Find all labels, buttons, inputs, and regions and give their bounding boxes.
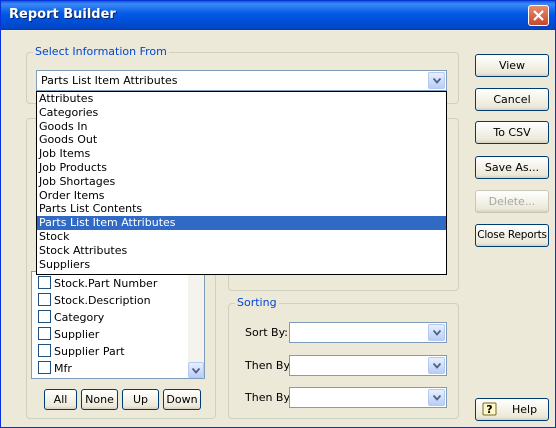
scroll-down-button[interactable] (188, 362, 204, 378)
list-item[interactable]: Stock.Description (38, 293, 151, 310)
up-button[interactable]: Up (122, 389, 159, 410)
help-button[interactable]: ? Help (475, 398, 549, 421)
dropdown-option-selected[interactable]: Parts List Item Attributes (37, 216, 446, 230)
list-item[interactable]: Stock.Part Number (38, 276, 157, 293)
field-list-scrollbar[interactable] (188, 272, 204, 378)
list-item[interactable]: Mfr (38, 361, 72, 378)
then-by-combo[interactable] (289, 355, 447, 376)
sort-by-dropdown-button[interactable] (428, 324, 445, 341)
sort-by-label: Sort By: (245, 326, 289, 339)
list-item[interactable]: Supplier (38, 327, 99, 344)
delete-button[interactable]: Delete... (475, 190, 549, 213)
close-icon (533, 10, 544, 21)
checkbox[interactable] (38, 344, 51, 357)
dropdown-option[interactable]: Job Items (37, 147, 446, 161)
view-button[interactable]: View (475, 54, 549, 77)
dropdown-option[interactable]: Stock (37, 230, 446, 244)
select-info-dropdown-button[interactable] (428, 72, 445, 89)
down-button[interactable]: Down (163, 389, 201, 410)
svg-text:?: ? (486, 403, 492, 416)
chevron-down-icon (433, 330, 441, 336)
dropdown-option[interactable]: Attributes (37, 92, 446, 106)
to-csv-button[interactable]: To CSV (475, 121, 549, 144)
then-by-2-dropdown-button[interactable] (428, 389, 445, 406)
field-list[interactable]: Stock.Part Number Stock.Description Cate… (31, 271, 205, 379)
list-item-label: Mfr (54, 362, 72, 375)
dropdown-option[interactable]: Goods Out (37, 133, 446, 147)
chevron-down-icon (433, 395, 441, 401)
select-info-dropdown-list[interactable]: Attributes Categories Goods In Goods Out… (36, 91, 447, 275)
dropdown-option[interactable]: Job Shortages (37, 175, 446, 189)
help-label: Help (512, 403, 538, 416)
chevron-down-icon (192, 368, 200, 374)
cancel-button[interactable]: Cancel (475, 88, 549, 111)
dropdown-option[interactable]: Suppliers (37, 258, 446, 272)
help-question-icon: ? (482, 402, 497, 416)
close-button[interactable] (528, 5, 549, 26)
list-item[interactable]: Category (38, 310, 104, 327)
list-item[interactable]: Supplier Part (38, 344, 125, 361)
list-item-label: Supplier Part (54, 345, 125, 358)
title-bar[interactable]: Report Builder (1, 1, 555, 30)
none-button[interactable]: None (81, 389, 118, 410)
dropdown-option[interactable]: Goods In (37, 120, 446, 134)
all-button[interactable]: All (44, 389, 77, 410)
window-title: Report Builder (9, 7, 116, 22)
dropdown-option[interactable]: Categories (37, 106, 446, 120)
dropdown-option[interactable]: Stock Attributes (37, 244, 446, 258)
list-item-label: Stock.Part Number (54, 277, 158, 290)
dropdown-option[interactable]: Parts List Contents (37, 202, 446, 216)
checkbox[interactable] (38, 361, 51, 374)
dropdown-option[interactable]: Job Products (37, 161, 446, 175)
select-info-combo[interactable]: Parts List Item Attributes (36, 70, 447, 91)
select-info-legend: Select Information From (33, 45, 169, 58)
checkbox[interactable] (38, 310, 51, 323)
sort-by-combo[interactable] (289, 322, 447, 343)
sorting-legend: Sorting (235, 296, 279, 309)
chevron-down-icon (433, 363, 441, 369)
checkbox[interactable] (38, 327, 51, 340)
save-as-button[interactable]: Save As... (475, 156, 549, 179)
then-by-combo-2[interactable] (289, 387, 447, 408)
dropdown-option[interactable]: Order Items (37, 189, 446, 203)
close-reports-button[interactable]: Close Reports (475, 224, 549, 247)
chevron-down-icon (433, 78, 441, 84)
report-builder-window: Report Builder Select Information From P… (0, 0, 556, 428)
checkbox[interactable] (38, 293, 51, 306)
checkbox[interactable] (38, 276, 51, 289)
then-by-dropdown-button[interactable] (428, 357, 445, 374)
list-item-label: Category (54, 311, 105, 324)
then-by-label-2: Then By: (245, 391, 293, 404)
list-item-label: Supplier (54, 328, 100, 341)
then-by-label: Then By: (245, 359, 293, 372)
list-item-label: Stock.Description (54, 294, 151, 307)
select-info-value: Parts List Item Attributes (41, 74, 178, 87)
